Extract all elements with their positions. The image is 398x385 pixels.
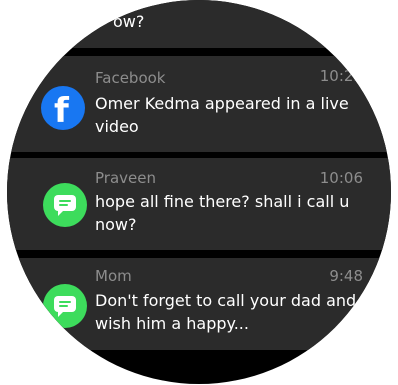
notification-card[interactable]: ow? (7, 0, 391, 48)
watch-screen: ow? Facebook 10:25 f Omer Kedma appeared… (7, 0, 391, 384)
notification-time: 10:06 (319, 169, 363, 187)
notification-time: 10:25 (319, 67, 363, 85)
notification-message: ow? (113, 12, 145, 31)
notification-message: hope all fine there? shall i call u now? (95, 192, 350, 234)
notification-app-name: Facebook (95, 69, 166, 87)
notification-time: 9:48 (329, 267, 363, 285)
notification-card-facebook[interactable]: Facebook 10:25 f Omer Kedma appeared in … (7, 56, 391, 152)
notification-app-name: Praveen (95, 169, 156, 187)
notification-card-mom[interactable]: Mom 9:48 Don't forget to call your dad a… (7, 258, 391, 350)
message-icon (43, 183, 87, 227)
notification-app-name: Mom (95, 267, 132, 285)
notification-message: Omer Kedma appeared in a live video (95, 94, 349, 136)
notification-message: Don't forget to call your dad and wish h… (95, 291, 357, 333)
notification-card-praveen[interactable]: Praveen 10:06 hope all fine there? shall… (7, 158, 391, 250)
facebook-icon: f (41, 86, 85, 131)
message-icon (43, 284, 87, 328)
